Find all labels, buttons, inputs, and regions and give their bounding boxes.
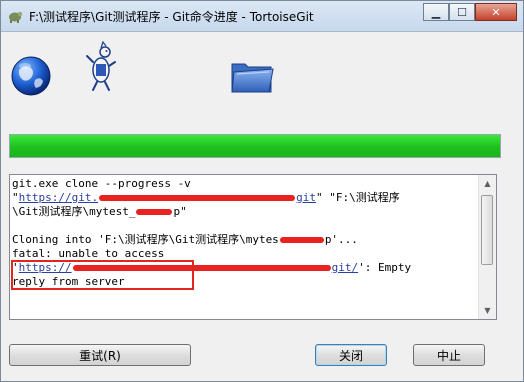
- maximize-button[interactable]: ☐: [449, 3, 475, 21]
- log-scrollbar[interactable]: ▲ ▼: [478, 175, 496, 319]
- minimize-icon: ▁: [431, 5, 441, 19]
- tortoisegit-app-icon: [9, 11, 23, 23]
- repo-url-link[interactable]: https://git. git: [19, 191, 316, 204]
- log-line: Cloning into 'F:\测试程序\Git测试程序\mytes p'...: [12, 233, 358, 246]
- git-output-log[interactable]: git.exe clone --progress -v "https://git…: [9, 174, 497, 320]
- maximize-icon: ☐: [457, 5, 467, 19]
- close-window-button[interactable]: ✕: [475, 3, 517, 21]
- window-title: F:\测试程序\Git测试程序 - Git命令进度 - TortoiseGit: [29, 10, 314, 24]
- window-controls: ▁ ☐ ✕: [423, 3, 517, 21]
- abort-button[interactable]: 中止: [413, 344, 485, 366]
- log-line: git.exe clone --progress -v: [12, 177, 191, 190]
- redaction-mark: [136, 209, 173, 215]
- redaction-mark: [279, 237, 324, 243]
- redaction-mark: [99, 195, 296, 201]
- progress-bar-fill: [10, 135, 500, 157]
- globe-network-icon: [11, 56, 51, 96]
- tortoisegit-progress-window: F:\测试程序\Git测试程序 - Git命令进度 - TortoiseGit …: [0, 0, 524, 382]
- close-icon: ✕: [491, 5, 501, 19]
- error-highlight-box: [11, 260, 194, 290]
- scroll-down-arrow-icon[interactable]: ▼: [479, 302, 496, 319]
- blue-folder-icon: [231, 63, 274, 93]
- close-button[interactable]: 关闭: [315, 344, 387, 366]
- scroll-up-arrow-icon[interactable]: ▲: [479, 175, 496, 192]
- minimize-button[interactable]: ▁: [423, 3, 449, 21]
- log-line: \Git测试程序\mytest_ p": [12, 205, 187, 218]
- dialog-client-area: git.exe clone --progress -v "https://git…: [1, 32, 523, 381]
- log-line-error: fatal: unable to access: [12, 247, 165, 260]
- retry-button[interactable]: 重试(R): [9, 344, 191, 366]
- log-line-blank: [12, 219, 478, 233]
- scrollbar-thumb[interactable]: [481, 195, 493, 265]
- tortoise-mascot-icon: [86, 40, 116, 91]
- log-line: "https://git. git" "F:\测试程序: [12, 191, 400, 204]
- title-bar[interactable]: F:\测试程序\Git测试程序 - Git命令进度 - TortoiseGit …: [1, 1, 523, 32]
- progress-bar: [9, 134, 501, 158]
